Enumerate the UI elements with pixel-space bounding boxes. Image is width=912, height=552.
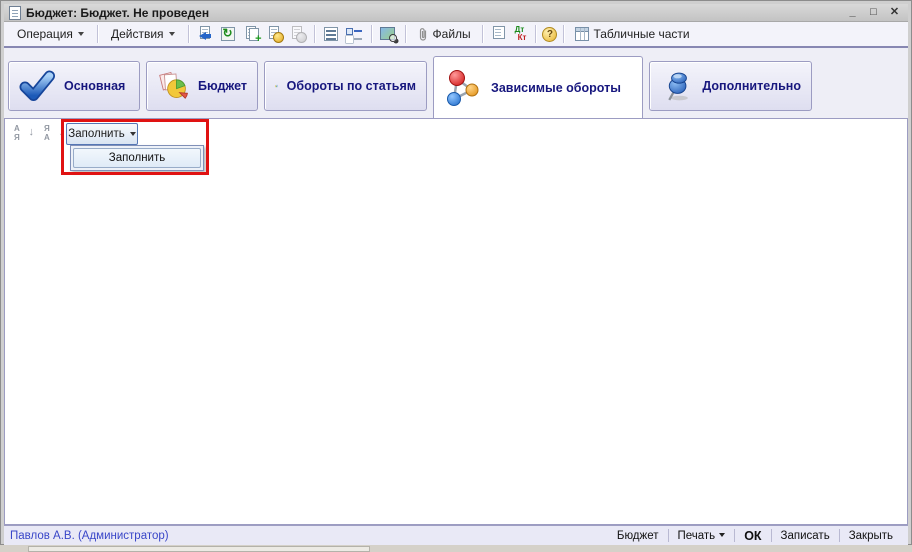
arrow-down-icon [59, 126, 65, 138]
ok-button[interactable]: ОК [735, 529, 770, 543]
report-icon [493, 26, 505, 39]
refresh-button[interactable] [218, 24, 239, 44]
sort-letter: А [44, 133, 50, 142]
grid-toolbar: А Я Я А [12, 124, 66, 143]
background-window-fragment [28, 546, 370, 552]
budget-button[interactable]: Бюджет [608, 530, 668, 542]
document-window: Бюджет: Бюджет. Не проведен _ □ ✕ Операц… [0, 0, 912, 545]
files-button-label: Файлы [433, 27, 471, 41]
toolbar-separator [97, 25, 98, 43]
chevron-down-icon [78, 32, 84, 39]
fill-dropdown-menu: Заполнить [70, 145, 204, 171]
toolbar-separator [405, 25, 406, 43]
tab-main-label: Основная [64, 79, 125, 93]
arrow-left-icon [195, 32, 206, 40]
toolbar-separator [188, 25, 189, 43]
toolbar-separator [371, 25, 372, 43]
tab-content-panel [4, 118, 908, 525]
pushpin-icon [660, 68, 693, 104]
pie-chart-icon [157, 69, 189, 103]
actions-menu[interactable]: Действия [104, 25, 182, 44]
checklist-icon [346, 27, 362, 41]
dtkt-posting-button[interactable]: Дт Кт [512, 26, 530, 42]
picture-view-button[interactable] [378, 24, 399, 44]
actions-menu-label: Действия [111, 27, 164, 41]
operation-menu-label: Операция [17, 27, 73, 41]
table-grid-icon [575, 27, 589, 41]
screen: Бюджет: Бюджет. Не проведен _ □ ✕ Операц… [0, 0, 912, 552]
print-button[interactable]: Печать [669, 530, 735, 542]
status-bar: Павлов А.В. (Администратор) Бюджет Печат… [4, 525, 908, 545]
arrow-down-icon [29, 126, 35, 138]
chevron-down-icon [169, 32, 175, 39]
sort-letter: А [14, 124, 20, 133]
bar-chart-icon [275, 69, 278, 103]
tab-additional-label: Дополнительно [702, 79, 801, 93]
page-icon [292, 26, 302, 39]
window-title: Бюджет: Бюджет. Не проведен [26, 6, 209, 20]
plus-icon [255, 34, 261, 44]
tab-budget[interactable]: Бюджет [146, 61, 258, 111]
fill-button[interactable]: Заполнить [66, 123, 138, 145]
operation-menu[interactable]: Операция [10, 25, 91, 44]
report-button[interactable] [489, 24, 510, 44]
help-button[interactable]: ? [542, 27, 557, 42]
tab-turnovers-label: Обороты по статьям [287, 79, 416, 93]
desktop-background-strip [0, 545, 912, 552]
minimize-button[interactable]: _ [844, 6, 861, 20]
credit-label: Кт [515, 34, 527, 42]
write-button[interactable]: Записать [772, 530, 839, 542]
chevron-down-icon [130, 132, 136, 139]
close-button[interactable]: ✕ [886, 6, 903, 20]
main-toolbar: Операция Действия Файлы [4, 22, 908, 48]
toolbar-separator [482, 25, 483, 43]
current-user-label: Павлов А.В. (Администратор) [10, 530, 169, 542]
toolbar-separator [535, 25, 536, 43]
tab-additional[interactable]: Дополнительно [649, 61, 812, 111]
close-form-button[interactable]: Закрыть [840, 530, 902, 542]
sort-ascending-button[interactable]: А Я [12, 124, 36, 143]
sort-letter: Я [14, 133, 20, 142]
print-button-label: Печать [678, 530, 716, 542]
page-icon [269, 26, 279, 39]
document-icon [9, 6, 21, 20]
unpost-document-button[interactable] [287, 24, 308, 44]
chevron-down-icon [719, 533, 725, 540]
title-bar: Бюджет: Бюджет. Не проведен _ □ ✕ [4, 4, 908, 22]
tabular-parts-button[interactable]: Табличные части [570, 25, 694, 43]
maximize-button[interactable]: □ [865, 6, 882, 20]
tab-budget-label: Бюджет [198, 79, 247, 93]
rows-list-icon [324, 27, 338, 41]
tab-main[interactable]: Основная [8, 61, 140, 111]
tab-dependent-turnovers-label: Зависимые обороты [491, 81, 621, 95]
list-structure-button[interactable] [321, 24, 342, 44]
paperclip-icon [417, 27, 429, 42]
post-document-button[interactable] [264, 24, 285, 44]
files-button[interactable]: Файлы [412, 25, 476, 44]
toolbar-separator [563, 25, 564, 43]
tabular-parts-label: Табличные части [593, 27, 689, 41]
tab-dependent-turnovers[interactable]: Зависимые обороты [433, 56, 643, 118]
molecule-icon [444, 69, 482, 107]
sort-descending-button[interactable]: Я А [42, 124, 66, 143]
check-icon [19, 68, 55, 104]
tab-strip: Основная Бюджет Обороты по стать [4, 49, 908, 118]
menu-item-fill[interactable]: Заполнить [73, 148, 201, 168]
copy-button[interactable] [241, 24, 262, 44]
toolbar-separator [314, 25, 315, 43]
sort-letter: Я [44, 124, 50, 133]
picture-magnifier-icon [380, 27, 395, 40]
save-and-close-button[interactable] [195, 24, 216, 44]
tab-turnovers-by-articles[interactable]: Обороты по статьям [264, 61, 427, 111]
refresh-icon [221, 27, 235, 41]
checklist-button[interactable] [344, 24, 365, 44]
fill-button-label: Заполнить [68, 128, 124, 140]
